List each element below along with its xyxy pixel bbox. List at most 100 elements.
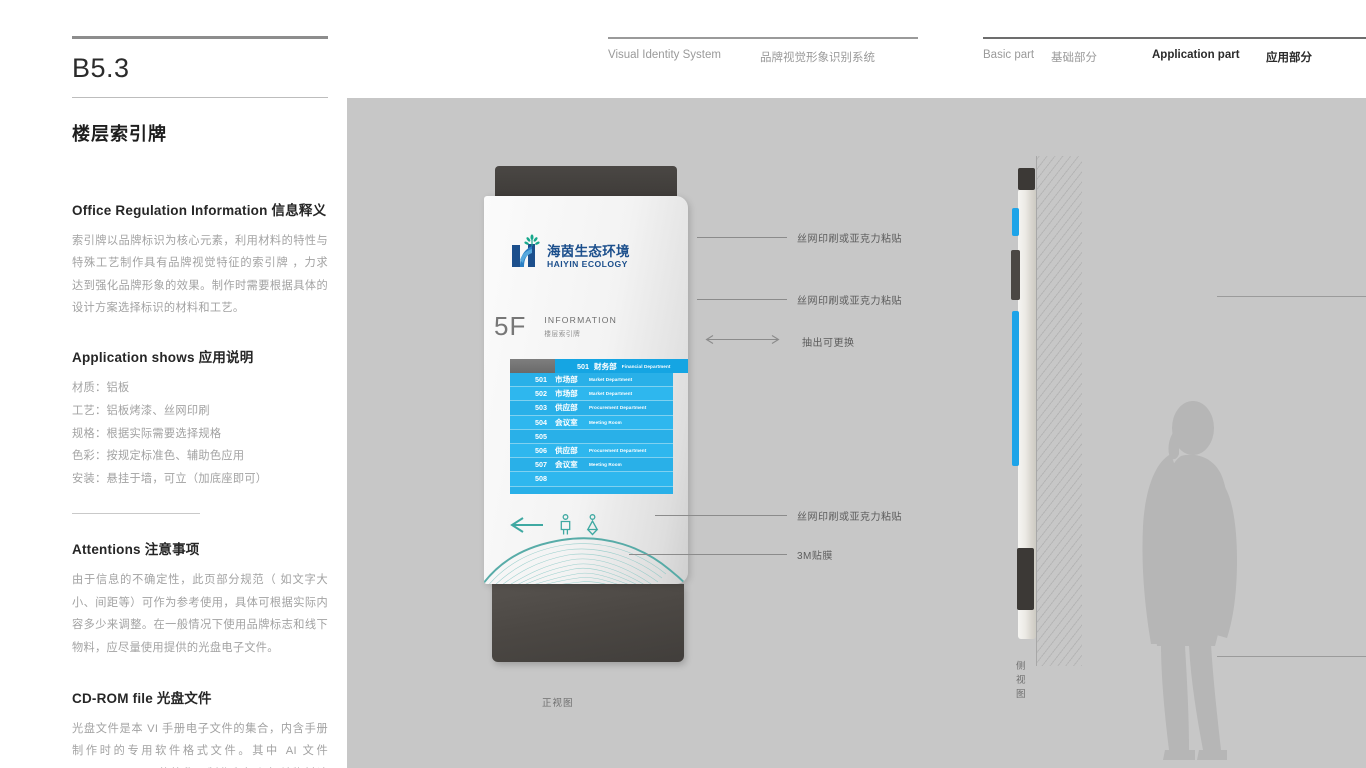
- page-title: 楼层索引牌: [72, 124, 167, 144]
- heading-cn: 注意事项: [144, 542, 200, 558]
- dimension-tick-top: [1217, 296, 1366, 297]
- header-room-en: Financial Department: [621, 363, 671, 369]
- heading-cn: 光盘文件: [156, 691, 212, 707]
- side-top-cap: [1018, 168, 1035, 190]
- room-name-cn: 市场部: [555, 389, 578, 399]
- heading-en: Attentions: [72, 542, 141, 558]
- dimension-tick-bottom: [1217, 656, 1366, 657]
- header-app-cn: 应用部分: [1266, 52, 1312, 64]
- spec-list: 材质：铝板 工艺：铝板烤漆、丝网印刷 规格：根据实际需要选择规格 色彩：按规定标…: [72, 377, 328, 492]
- spec-item: 规格：根据实际需要选择规格: [72, 427, 222, 440]
- logo-name-en: HAIYIN ECOLOGY: [547, 259, 628, 270]
- room-name-en: Meeting Room: [589, 419, 622, 425]
- logo-name-cn: 海茵生态环境: [547, 243, 630, 259]
- block-heading: Office Regulation Information 信息释义: [72, 199, 328, 219]
- annotation-logo: 丝网印刷或亚克力粘贴: [697, 230, 902, 245]
- room-name-cn: 供应部: [555, 446, 578, 456]
- block-heading: Attentions 注意事项: [72, 538, 328, 558]
- directory-panel[interactable]: 501 财务部 Financial Department 501 市场部 Mar…: [510, 359, 688, 494]
- block-heading: Application shows 应用说明: [72, 346, 328, 366]
- floor-info-group: INFORMATION 楼层索引牌: [544, 315, 617, 338]
- room-code: 504: [535, 417, 547, 427]
- header-group-parts: Basic part 基础部分 Application part 应用部分: [983, 37, 1366, 64]
- directory-header-row: 501 财务部 Financial Department: [510, 359, 688, 373]
- heading-cn: 信息释义: [271, 203, 327, 218]
- display-stage: 海茵生态环境 HAIYIN ECOLOGY 5F INFORMATION 楼层索…: [347, 98, 1366, 768]
- room-code: 503: [535, 403, 547, 413]
- sign-face-panel: 海茵生态环境 HAIYIN ECOLOGY 5F INFORMATION 楼层索…: [484, 196, 688, 584]
- header-basic-cn: 基础部分: [1051, 52, 1097, 64]
- side-bottom-base: [1017, 548, 1034, 610]
- leader-line: [629, 554, 787, 555]
- info-label-en: INFORMATION: [544, 315, 618, 325]
- room-code: 507: [535, 460, 547, 470]
- side-dark-band: [1011, 250, 1020, 300]
- top-rule: [72, 36, 328, 39]
- annotation-label: 丝网印刷或亚克力粘贴: [797, 296, 902, 307]
- header-vis-cn: 品牌视觉形象识别系统: [760, 52, 875, 64]
- human-scale-figure: [1127, 398, 1257, 768]
- table-row[interactable]: 501 市场部 Market Department: [510, 373, 673, 388]
- side-accent-blue-top: [1012, 208, 1019, 236]
- header-rule: [983, 37, 1366, 39]
- annotation-label: 抽出可更换: [802, 337, 855, 349]
- room-name-cn: 供应部: [555, 403, 578, 413]
- block-cdrom-file: CD-ROM file 光盘文件 光盘文件是本 VI 手册电子文件的集合，内含手…: [72, 687, 328, 768]
- room-code: 502: [535, 389, 547, 399]
- sign-top-cap: [495, 166, 677, 196]
- vi-manual-page: B5.3 楼层索引牌 Office Regulation Information…: [0, 0, 1366, 768]
- annotation-label: 丝网印刷或亚克力粘贴: [797, 234, 902, 245]
- left-info-column: B5.3 楼层索引牌 Office Regulation Information…: [72, 36, 328, 768]
- annotation-directory-swap: 抽出可更换: [705, 332, 855, 350]
- room-name-en: Meeting Room: [589, 462, 622, 468]
- block-office-regulation: Office Regulation Information 信息释义 索引牌以品…: [72, 199, 328, 320]
- spec-item: 安装：悬挂于墙，可立（加底座即可）: [72, 473, 268, 486]
- annotation-pictograms: 丝网印刷或亚克力粘贴: [655, 508, 902, 523]
- sign-bottom-base: [492, 584, 684, 662]
- header-basic-en: Basic part: [983, 49, 1035, 61]
- heading-en: Application shows: [72, 349, 195, 365]
- annotation-label: 丝网印刷或亚克力粘贴: [797, 512, 902, 523]
- leader-line: [697, 237, 787, 238]
- room-code: 508: [535, 474, 547, 484]
- room-code: 501: [535, 375, 547, 385]
- table-row[interactable]: 505: [510, 429, 673, 444]
- block-application-shows: Application shows 应用说明 材质：铝板 工艺：铝板烤漆、丝网印…: [72, 346, 328, 515]
- block-attentions: Attentions 注意事项 由于信息的不确定性，此页部分规范（ 如文字大小、…: [72, 538, 328, 659]
- directory-header-tab: [510, 359, 555, 373]
- room-code: 506: [535, 446, 547, 456]
- info-label-cn: 楼层索引牌: [544, 331, 581, 338]
- table-row[interactable]: 508: [510, 472, 673, 487]
- table-row[interactable]: 502 市场部 Market Department: [510, 387, 673, 402]
- header-bar: Visual Identity System 品牌视觉形象识别系统 Basic …: [608, 37, 1366, 77]
- floor-number: 5F: [494, 311, 527, 341]
- block-heading: CD-ROM file 光盘文件: [72, 687, 328, 707]
- table-row[interactable]: 504 会议室 Meeting Room: [510, 415, 673, 430]
- annotation-3m-film: 3M贴膜: [629, 547, 833, 562]
- directory-header-highlight: 501 财务部 Financial Department: [555, 359, 688, 373]
- header-app-en: Application part: [1152, 49, 1240, 61]
- double-arrow-icon: [705, 332, 780, 350]
- spec-item: 材质：铝板: [72, 381, 130, 394]
- directory-footer-bar: [510, 486, 673, 494]
- table-row[interactable]: 507 会议室 Meeting Room: [510, 458, 673, 473]
- section-divider: [72, 513, 200, 515]
- side-accent-blue-main: [1012, 311, 1019, 466]
- leader-line: [697, 299, 787, 300]
- heading-en: Office Regulation Information: [72, 203, 268, 218]
- header-vis-en: Visual Identity System: [608, 49, 721, 61]
- room-name-en: Procurement Department: [589, 448, 647, 454]
- annotation-label: 3M贴膜: [797, 551, 833, 562]
- table-row[interactable]: 503 供应部 Procurement Department: [510, 401, 673, 416]
- room-name-en: Procurement Department: [589, 405, 647, 411]
- header-group-vis: Visual Identity System 品牌视觉形象识别系统: [608, 37, 918, 64]
- table-row[interactable]: 506 供应部 Procurement Department: [510, 443, 673, 459]
- heading-cn: 应用说明: [198, 349, 254, 365]
- title-rule: [72, 97, 328, 98]
- logo-wordmark: 海茵生态环境 HAIYIN ECOLOGY: [547, 245, 630, 270]
- caption-side-view: 侧视图: [1016, 661, 1027, 700]
- spec-item: 工艺：铝板烤漆、丝网印刷: [72, 404, 210, 417]
- brand-logo: 海茵生态环境 HAIYIN ECOLOGY: [510, 234, 630, 270]
- heading-en: CD-ROM file: [72, 691, 153, 707]
- room-name-cn: 会议室: [555, 417, 578, 427]
